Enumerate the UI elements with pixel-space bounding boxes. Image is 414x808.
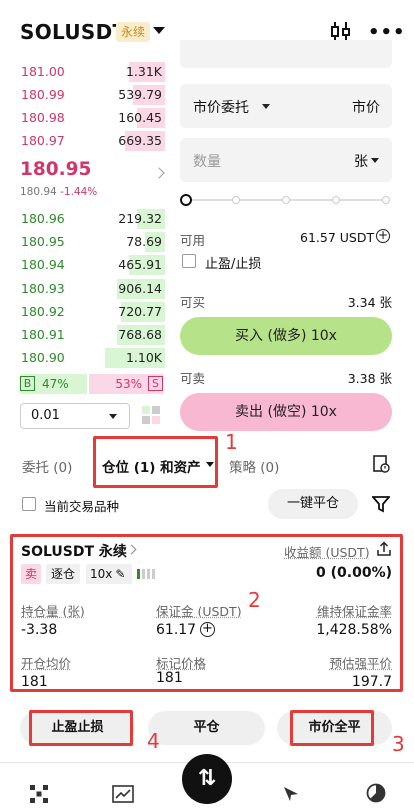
bottom-nav: ⇅	[0, 754, 414, 808]
annotation-number-4: 4	[147, 729, 160, 753]
order-history-icon[interactable]	[372, 455, 390, 473]
bid-price: 180.94	[21, 257, 65, 273]
price-mode: 市价	[352, 100, 380, 116]
annotation-number-3: 3	[392, 732, 405, 756]
close-all-button[interactable]: 一键平仓	[268, 489, 358, 519]
reference-price: 180.94	[20, 186, 57, 198]
buy-long-button[interactable]: 买入 (做多) 10x	[180, 317, 392, 355]
ask-row[interactable]: 180.98 160.45	[0, 107, 165, 129]
slider-handle[interactable]	[180, 194, 192, 206]
annotation-number-2: 2	[248, 588, 261, 612]
bid-quantity: 465.91	[118, 257, 162, 273]
ask-row[interactable]: 180.99 539.79	[0, 84, 165, 106]
sell-short-button[interactable]: 卖出 (做空) 10x	[180, 393, 392, 431]
can-buy-label: 可买	[180, 295, 206, 310]
price-input-partial[interactable]	[180, 40, 392, 68]
bid-row[interactable]: 180.93 906.14	[0, 278, 165, 300]
current-symbol-checkbox[interactable]	[22, 497, 36, 511]
bid-quantity: 1.10K	[125, 350, 162, 366]
bid-quantity: 78.69	[126, 234, 162, 250]
can-sell-value: 3.38 张	[347, 371, 392, 386]
ask-row[interactable]: 180.97 669.35	[0, 130, 165, 152]
chevron-down-icon	[262, 104, 270, 109]
mark-price-change: 180.94 -1.44%	[20, 186, 97, 198]
bid-row[interactable]: 180.91 768.68	[0, 324, 165, 346]
last-price: 180.95	[20, 159, 92, 180]
bid-row[interactable]: 180.95 78.69	[0, 231, 165, 253]
ask-price: 180.97	[21, 133, 65, 148]
ask-quantity: 539.79	[118, 87, 162, 102]
perpetual-tag: 永续	[116, 22, 151, 42]
ask-quantity: 160.45	[118, 110, 162, 125]
bid-price: 180.92	[21, 303, 65, 319]
tpsl-label: 止盈/止损	[205, 257, 262, 272]
buy-percent: 47%	[42, 377, 69, 391]
close-position-button[interactable]: 平仓	[148, 711, 265, 745]
depth-layout-icon[interactable]	[141, 405, 161, 425]
annotation-box-1	[93, 436, 218, 488]
sell-percent: 53%	[115, 377, 142, 391]
bid-quantity: 768.68	[118, 327, 162, 342]
available-value: 61.57 USDT	[300, 230, 375, 245]
annotation-box-2	[10, 534, 403, 692]
bid-price: 180.91	[21, 327, 65, 342]
chevron-down-icon	[109, 414, 117, 419]
ask-price: 181.00	[21, 64, 65, 79]
can-buy-value: 3.34 张	[347, 295, 392, 310]
bid-row[interactable]: 180.96 219.32	[0, 208, 165, 230]
quantity-slider[interactable]	[180, 192, 392, 208]
tab-orders[interactable]: 委托 (0)	[22, 456, 72, 476]
bid-row[interactable]: 180.90 1.10K	[0, 347, 165, 369]
filter-icon[interactable]	[372, 495, 390, 513]
bid-row[interactable]: 180.92 720.77	[0, 301, 165, 323]
available-label: 可用	[180, 233, 206, 248]
markets-icon[interactable]	[30, 785, 48, 803]
quantity-input[interactable]: 数量 张	[180, 138, 392, 182]
pair-title[interactable]: SOLUSDT	[20, 20, 126, 44]
discover-icon[interactable]	[282, 785, 300, 803]
annotation-box-4	[29, 710, 133, 746]
ask-row[interactable]: 181.00 1.31K	[0, 61, 165, 83]
ask-price: 180.99	[21, 87, 65, 102]
current-symbol-label: 当前交易品种	[44, 499, 120, 514]
transfer-plus-icon[interactable]: +	[376, 229, 390, 243]
bid-row[interactable]: 180.94 465.91	[0, 254, 165, 276]
chevron-down-icon	[371, 158, 379, 163]
tab-strategy[interactable]: 策略 (0)	[229, 456, 279, 476]
bid-price: 180.90	[21, 350, 65, 366]
bid-price: 180.93	[21, 280, 65, 296]
can-sell-label: 可卖	[180, 371, 206, 386]
trade-swap-icon[interactable]: ⇅	[182, 754, 232, 804]
bid-price: 180.96	[21, 211, 65, 226]
tick-size-value: 0.01	[31, 408, 60, 423]
buy-sell-ratio: B 47% 53% S	[20, 374, 163, 394]
ask-quantity: 1.31K	[125, 64, 162, 79]
bid-quantity: 906.14	[118, 280, 162, 296]
annotation-box-3	[290, 710, 374, 746]
chevron-down-icon[interactable]	[153, 27, 165, 34]
unit-select[interactable]: 张	[354, 151, 368, 171]
chevron-right-icon[interactable]	[153, 167, 165, 179]
order-type-label: 市价委托	[193, 100, 249, 116]
buy-tag: B	[20, 376, 35, 391]
quantity-placeholder: 数量	[193, 154, 221, 170]
ask-price: 180.98	[21, 110, 65, 125]
sell-tag: S	[148, 376, 163, 391]
bid-price: 180.95	[21, 234, 65, 250]
bid-quantity: 219.32	[118, 211, 162, 226]
bid-quantity: 720.77	[118, 303, 162, 319]
annotation-number-1: 1	[225, 430, 238, 454]
tick-size-select[interactable]: 0.01	[20, 403, 130, 429]
order-type-select[interactable]: 市价委托 市价	[180, 84, 392, 128]
assets-pie-icon[interactable]	[366, 783, 386, 803]
tpsl-checkbox[interactable]	[182, 254, 196, 268]
price-change: -1.44%	[60, 186, 98, 198]
ask-quantity: 669.35	[118, 133, 162, 148]
chart-line-icon[interactable]	[112, 785, 134, 803]
